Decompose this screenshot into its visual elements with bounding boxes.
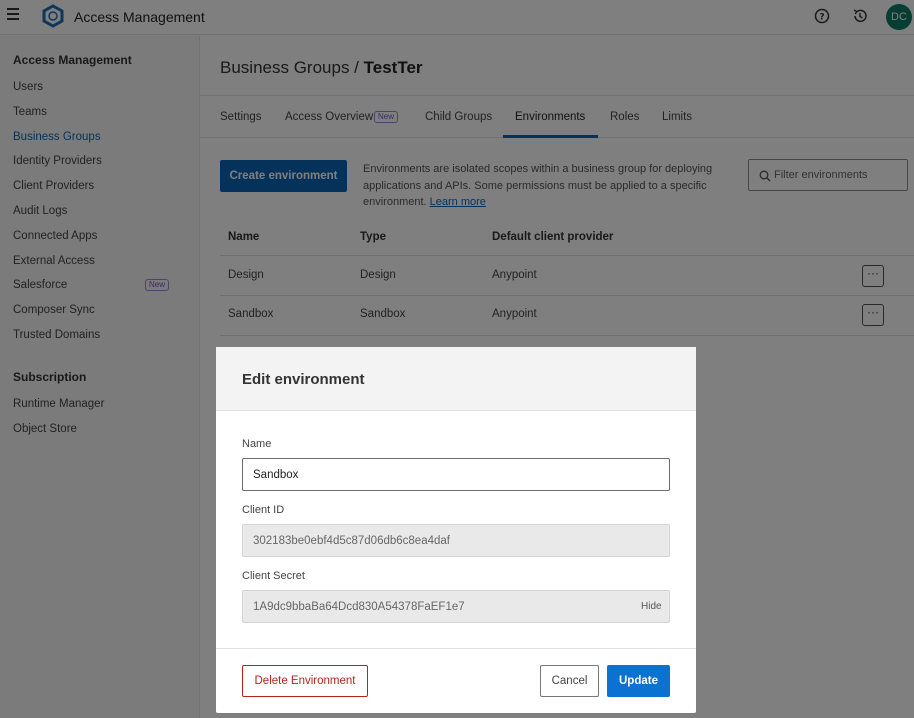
modal-header: Edit environment <box>216 347 696 411</box>
delete-environment-button[interactable]: Delete Environment <box>242 665 368 697</box>
client-id-label: Client ID <box>242 504 285 516</box>
name-field[interactable] <box>242 458 670 491</box>
edit-environment-modal: Edit environment Name Client ID Client S… <box>216 347 696 713</box>
update-button[interactable]: Update <box>607 665 670 697</box>
cancel-button[interactable]: Cancel <box>540 665 599 697</box>
client-secret-field[interactable] <box>242 590 670 623</box>
client-secret-label: Client Secret <box>242 570 305 582</box>
client-id-field[interactable] <box>242 524 670 557</box>
divider <box>216 648 696 649</box>
hide-secret-toggle[interactable]: Hide <box>641 601 662 612</box>
modal-title: Edit environment <box>242 371 365 388</box>
name-label: Name <box>242 438 272 450</box>
